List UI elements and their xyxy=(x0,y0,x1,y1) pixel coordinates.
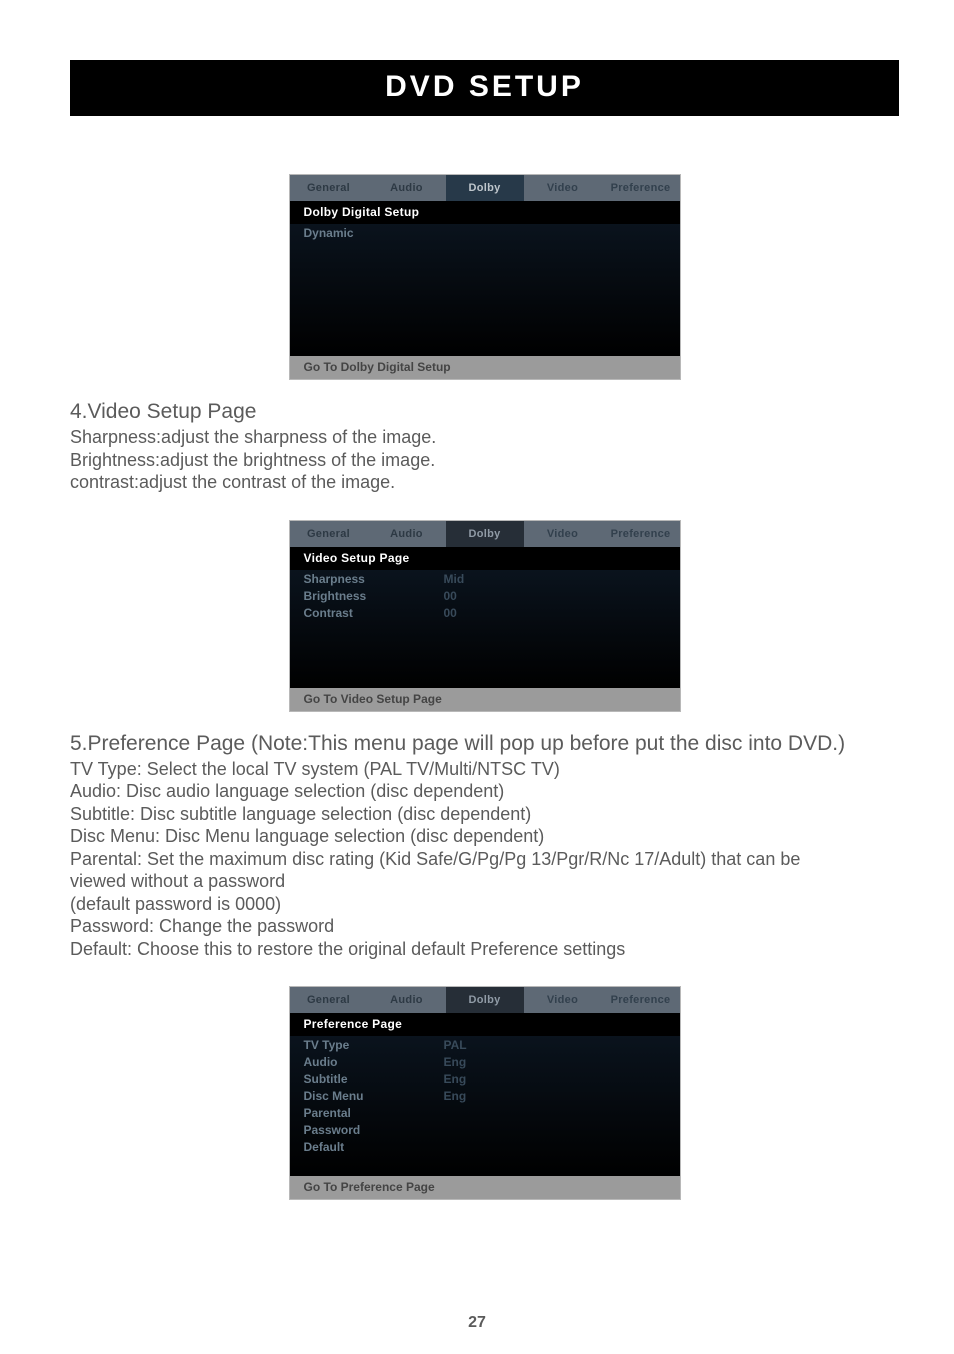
osd-video-tabs: General Audio Dolby Video Preference xyxy=(290,521,680,547)
osd-label-dynamic: Dynamic xyxy=(304,226,444,240)
tab-dolby[interactable]: Dolby xyxy=(446,175,524,201)
section-4-heading: 4.Video Setup Page xyxy=(70,400,899,424)
section-5-heading: 5.Preference Page (Note:This menu page w… xyxy=(70,732,899,756)
osd-value-subtitle: Eng xyxy=(444,1072,467,1086)
tab-preference[interactable]: Preference xyxy=(602,175,680,201)
osd-dolby-tabs: General Audio Dolby Video Preference xyxy=(290,175,680,201)
osd-preference: General Audio Dolby Video Preference Pre… xyxy=(289,986,681,1200)
osd-row[interactable]: Parental xyxy=(304,1106,666,1120)
osd-row[interactable]: Default xyxy=(304,1140,666,1154)
page-number: 27 xyxy=(0,1314,954,1332)
osd-row[interactable]: Password xyxy=(304,1123,666,1137)
osd-label-discmenu: Disc Menu xyxy=(304,1089,444,1103)
section-5-line: Subtitle: Disc subtitle language selecti… xyxy=(70,803,899,826)
section-4-line: contrast:adjust the contrast of the imag… xyxy=(70,471,899,494)
tab-audio[interactable]: Audio xyxy=(368,987,446,1013)
osd-value-contrast: 00 xyxy=(444,606,457,620)
tab-audio[interactable]: Audio xyxy=(368,521,446,547)
tab-dolby[interactable]: Dolby xyxy=(446,987,524,1013)
section-5-body: TV Type: Select the local TV system (PAL… xyxy=(70,758,899,961)
osd-label-subtitle: Subtitle xyxy=(304,1072,444,1086)
section-5-line: Password: Change the password xyxy=(70,915,899,938)
osd-dolby: General Audio Dolby Video Preference Dol… xyxy=(289,174,681,380)
osd-label-audio: Audio xyxy=(304,1055,444,1069)
osd-value-tvtype: PAL xyxy=(444,1038,467,1052)
osd-label-brightness: Brightness xyxy=(304,589,444,603)
osd-row[interactable]: Sharpness Mid xyxy=(304,572,666,586)
osd-row[interactable]: Subtitle Eng xyxy=(304,1072,666,1086)
section-5-line: viewed without a password xyxy=(70,870,899,893)
osd-dolby-footer: Go To Dolby Digital Setup xyxy=(290,356,680,379)
tab-video[interactable]: Video xyxy=(524,521,602,547)
tab-preference[interactable]: Preference xyxy=(602,521,680,547)
osd-label-tvtype: TV Type xyxy=(304,1038,444,1052)
tab-general[interactable]: General xyxy=(290,175,368,201)
tab-audio[interactable]: Audio xyxy=(368,175,446,201)
osd-video-footer: Go To Video Setup Page xyxy=(290,688,680,711)
osd-label-password: Password xyxy=(304,1123,444,1137)
tab-general[interactable]: General xyxy=(290,521,368,547)
osd-label-contrast: Contrast xyxy=(304,606,444,620)
osd-video-heading: Video Setup Page xyxy=(290,547,680,570)
osd-video: General Audio Dolby Video Preference Vid… xyxy=(289,520,681,712)
osd-value-audio: Eng xyxy=(444,1055,467,1069)
osd-value-brightness: 00 xyxy=(444,589,457,603)
tab-video[interactable]: Video xyxy=(524,987,602,1013)
osd-row[interactable]: Contrast 00 xyxy=(304,606,666,620)
section-4-line: Brightness:adjust the brightness of the … xyxy=(70,449,899,472)
tab-general[interactable]: General xyxy=(290,987,368,1013)
osd-preference-tabs: General Audio Dolby Video Preference xyxy=(290,987,680,1013)
osd-label-parental: Parental xyxy=(304,1106,444,1120)
osd-label-default: Default xyxy=(304,1140,444,1154)
osd-value-discmenu: Eng xyxy=(444,1089,467,1103)
osd-label-sharpness: Sharpness xyxy=(304,572,444,586)
osd-preference-heading: Preference Page xyxy=(290,1013,680,1036)
page-title: DVD SETUP xyxy=(70,60,899,116)
osd-row[interactable]: Dynamic xyxy=(304,226,666,240)
osd-row[interactable]: Brightness 00 xyxy=(304,589,666,603)
section-5-line: Parental: Set the maximum disc rating (K… xyxy=(70,848,899,871)
osd-row[interactable]: Disc Menu Eng xyxy=(304,1089,666,1103)
osd-row[interactable]: Audio Eng xyxy=(304,1055,666,1069)
osd-row[interactable]: TV Type PAL xyxy=(304,1038,666,1052)
section-4-body: Sharpness:adjust the sharpness of the im… xyxy=(70,426,899,494)
section-5-line: TV Type: Select the local TV system (PAL… xyxy=(70,758,899,781)
osd-preference-footer: Go To Preference Page xyxy=(290,1176,680,1199)
section-5-line: (default password is 0000) xyxy=(70,893,899,916)
section-5-line: Audio: Disc audio language selection (di… xyxy=(70,780,899,803)
tab-video[interactable]: Video xyxy=(524,175,602,201)
section-4-line: Sharpness:adjust the sharpness of the im… xyxy=(70,426,899,449)
tab-preference[interactable]: Preference xyxy=(602,987,680,1013)
osd-dolby-heading: Dolby Digital Setup xyxy=(290,201,680,224)
section-5-line: Disc Menu: Disc Menu language selection … xyxy=(70,825,899,848)
osd-value-sharpness: Mid xyxy=(444,572,465,586)
section-5-line: Default: Choose this to restore the orig… xyxy=(70,938,899,961)
tab-dolby[interactable]: Dolby xyxy=(446,521,524,547)
